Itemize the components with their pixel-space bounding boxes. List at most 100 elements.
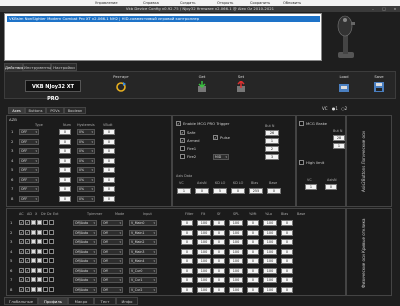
brake-vc-spin[interactable]: 1 xyxy=(305,184,317,190)
filter-spin[interactable]: 0 xyxy=(181,258,193,264)
sf-spin[interactable]: 0 xyxy=(213,229,225,236)
filter-spin[interactable]: 0 xyxy=(181,267,193,274)
trimmer-select[interactable]: Off/Auto xyxy=(73,220,97,226)
menu-item[interactable]: Обновить xyxy=(283,1,301,5)
bias-spin[interactable]: 0 xyxy=(281,258,293,264)
axes-flag-checkbox[interactable] xyxy=(43,220,48,225)
azb-type-select[interactable]: OFF xyxy=(19,186,39,192)
trimmer-select[interactable]: Off/Auto xyxy=(73,277,97,283)
axes-flag-checkbox[interactable] xyxy=(37,239,42,244)
tab-tools[interactable]: Инструменты xyxy=(23,63,51,71)
trimmer-select[interactable]: Off/Auto xyxy=(73,258,97,264)
azb-type-select[interactable]: OFF xyxy=(19,167,39,173)
azb-vbutt-spin[interactable]: 0 xyxy=(103,186,115,192)
azb-type-select[interactable]: OFF xyxy=(19,176,39,183)
sf-spin[interactable]: 0 xyxy=(213,277,225,283)
axes-flag-checkbox[interactable] xyxy=(49,267,54,273)
azb-vbutt-spin[interactable]: 0 xyxy=(103,157,115,164)
axes-flag-checkbox[interactable] xyxy=(31,267,36,273)
axes-flag-checkbox[interactable]: ✓ xyxy=(19,277,24,282)
axes-flag-checkbox[interactable]: ✓ xyxy=(25,239,30,244)
mt-spin[interactable]: 0 xyxy=(247,248,259,255)
tab-actions[interactable]: Действия xyxy=(4,63,24,71)
get-button[interactable]: Get xyxy=(191,74,213,98)
azb-hys-select[interactable]: 0% xyxy=(77,195,95,202)
mcg-spin-3[interactable]: 3 xyxy=(265,154,279,160)
tab-info[interactable]: Инфо xyxy=(116,297,138,305)
mcg-spin-2[interactable]: 2 xyxy=(265,146,279,152)
azb-num-spin[interactable]: 0 xyxy=(59,138,71,145)
mode-select[interactable]: Off xyxy=(101,248,123,255)
axes-flag-checkbox[interactable] xyxy=(37,286,42,292)
sf-spin[interactable]: 0 xyxy=(213,267,225,274)
input-select[interactable]: V_Cur2 xyxy=(129,286,157,293)
axis-data-spin[interactable]: 0 xyxy=(267,188,281,194)
mt-spin[interactable]: 0 xyxy=(247,220,259,226)
filter-spin[interactable]: 0 xyxy=(181,248,193,255)
axes-flag-checkbox[interactable]: ✓ xyxy=(19,229,24,235)
armed-checkbox[interactable]: ✓ xyxy=(180,138,185,143)
axis-data-spin[interactable]: 1 xyxy=(177,188,191,194)
axes-flag-checkbox[interactable] xyxy=(31,258,36,263)
azb-num-spin[interactable]: 0 xyxy=(59,195,71,202)
spl-spin[interactable]: 100 xyxy=(229,286,243,293)
input-select[interactable]: V_Cur0 xyxy=(129,267,157,274)
sf-spin[interactable]: 0 xyxy=(213,248,225,255)
axes-flag-checkbox[interactable]: ✓ xyxy=(25,220,30,225)
azb-vbutt-spin[interactable]: 0 xyxy=(103,195,115,202)
axes-flag-checkbox[interactable] xyxy=(31,239,36,244)
lo-spin[interactable]: 100 xyxy=(263,229,277,236)
mode-select[interactable]: Off xyxy=(101,229,123,236)
trimmer-select[interactable]: Off/Auto xyxy=(73,267,97,274)
lo-spin[interactable]: 100 xyxy=(263,277,277,283)
flt-spin[interactable]: 100 xyxy=(197,229,211,236)
filter-spin[interactable]: 0 xyxy=(181,229,193,236)
mode-select[interactable]: Off xyxy=(101,267,123,274)
azb-num-spin[interactable]: 0 xyxy=(59,129,71,135)
azb-type-select[interactable]: OFF xyxy=(19,129,39,135)
device-list-item[interactable]: VKBsim NonSighter Modern Combat Pro XT v… xyxy=(7,16,320,22)
axes-flag-checkbox[interactable]: ✓ xyxy=(19,267,24,273)
tab-buttons[interactable]: Buttons xyxy=(25,107,46,114)
axes-flag-checkbox[interactable]: ✓ xyxy=(25,229,30,235)
bias-spin[interactable]: 0 xyxy=(281,267,293,274)
azb-hys-select[interactable]: 0% xyxy=(77,186,95,192)
axes-flag-checkbox[interactable]: ✓ xyxy=(19,248,24,254)
axes-flag-checkbox[interactable] xyxy=(43,286,48,292)
axes-flag-checkbox[interactable]: ✓ xyxy=(25,258,30,263)
high-limit-checkbox[interactable] xyxy=(299,160,304,165)
bias-spin[interactable]: 0 xyxy=(281,248,293,255)
axes-flag-checkbox[interactable]: ✓ xyxy=(19,239,24,244)
azb-hys-select[interactable]: 0% xyxy=(77,129,95,135)
tab-boolean[interactable]: Boolean xyxy=(64,107,86,114)
fire2-checkbox[interactable] xyxy=(180,154,185,159)
spl-spin[interactable]: 100 xyxy=(229,258,243,264)
axes-flag-checkbox[interactable] xyxy=(49,239,54,244)
axes-flag-checkbox[interactable] xyxy=(49,258,54,263)
bias-spin[interactable]: 0 xyxy=(281,220,293,226)
azb-num-spin[interactable]: 0 xyxy=(59,157,71,164)
axes-flag-checkbox[interactable] xyxy=(43,248,48,254)
flt-spin[interactable]: 100 xyxy=(197,239,211,245)
mt-spin[interactable]: 0 xyxy=(247,277,259,283)
axes-flag-checkbox[interactable]: ✓ xyxy=(19,220,24,225)
tab-povs[interactable]: POVs xyxy=(46,107,64,114)
bias-spin[interactable]: 0 xyxy=(281,277,293,283)
mt-spin[interactable]: 0 xyxy=(247,286,259,293)
axes-flag-checkbox[interactable] xyxy=(43,267,48,273)
axes-flag-checkbox[interactable]: ✓ xyxy=(19,286,24,292)
axes-flag-checkbox[interactable] xyxy=(49,229,54,235)
mt-spin[interactable]: 0 xyxy=(247,229,259,236)
azb-hys-select[interactable]: 0% xyxy=(77,167,95,173)
restart-button[interactable]: Рестарт xyxy=(110,74,132,98)
azb-hys-select[interactable]: 0% xyxy=(77,138,95,145)
azb-vbutt-spin[interactable]: 0 xyxy=(103,129,115,135)
save-button[interactable]: Save xyxy=(368,74,390,98)
menu-item[interactable]: Управление xyxy=(95,1,118,5)
load-button[interactable]: Load xyxy=(333,74,355,98)
menu-item[interactable]: Открыть xyxy=(217,1,233,5)
mcg-spin-1[interactable]: 1 xyxy=(265,138,279,144)
tab-settings[interactable]: Настройки xyxy=(51,63,77,71)
safe-checkbox[interactable]: ✓ xyxy=(180,130,185,135)
trimmer-select[interactable]: Off/Auto xyxy=(73,229,97,236)
